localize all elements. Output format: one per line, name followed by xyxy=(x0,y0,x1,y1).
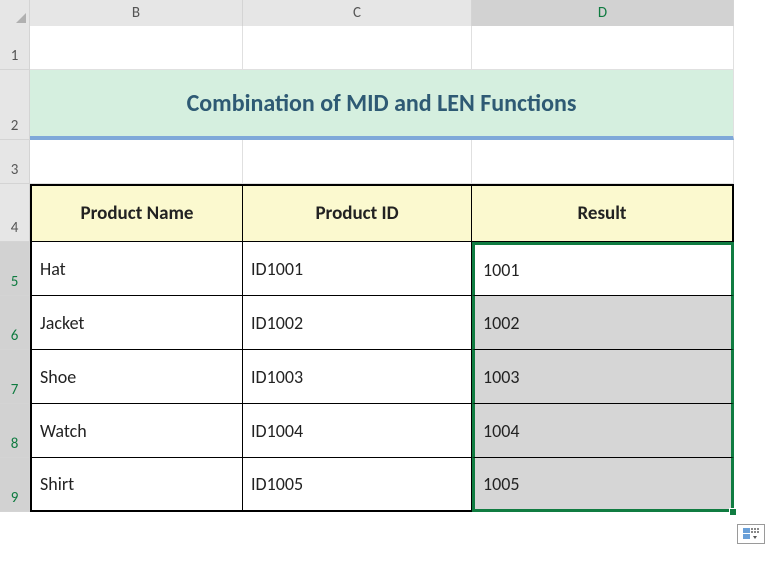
cell-C1[interactable] xyxy=(243,26,472,70)
cell-D3[interactable] xyxy=(472,140,734,184)
grid-row-7: Shoe ID1003 1003 xyxy=(30,350,734,404)
column-header-D[interactable]: D xyxy=(472,0,734,26)
cell-C7[interactable]: ID1003 xyxy=(243,350,472,404)
row-header-9[interactable]: 9 xyxy=(0,458,30,512)
row-header-1[interactable]: 1 xyxy=(0,26,30,70)
fill-handle[interactable] xyxy=(729,508,737,516)
autofill-options-button[interactable] xyxy=(737,524,765,544)
cell-C3[interactable] xyxy=(243,140,472,184)
title-cell[interactable]: Combination of MID and LEN Functions xyxy=(30,70,734,140)
grid-row-4: Product Name Product ID Result xyxy=(30,184,734,242)
cell-B5[interactable]: Hat xyxy=(30,242,243,296)
cell-C9[interactable]: ID1005 xyxy=(243,458,472,512)
column-header-row: B C D xyxy=(0,0,734,26)
cell-B1[interactable] xyxy=(30,26,243,70)
row-header-5[interactable]: 5 xyxy=(0,242,30,296)
grid-row-6: Jacket ID1002 1002 xyxy=(30,296,734,350)
select-all-corner[interactable] xyxy=(0,0,30,26)
cell-grid: Combination of MID and LEN Functions Pro… xyxy=(30,26,734,512)
row-header-8[interactable]: 8 xyxy=(0,404,30,458)
cell-D5[interactable]: 1001 xyxy=(472,242,734,296)
grid-row-5: Hat ID1001 1001 xyxy=(30,242,734,296)
grid-row-8: Watch ID1004 1004 xyxy=(30,404,734,458)
cell-D8[interactable]: 1004 xyxy=(472,404,734,458)
row-header-column: 1 2 3 4 5 6 7 8 9 xyxy=(0,26,30,512)
cell-D9[interactable]: 1005 xyxy=(472,458,734,512)
cell-C8[interactable]: ID1004 xyxy=(243,404,472,458)
row-header-4[interactable]: 4 xyxy=(0,184,30,242)
autofill-options-icon xyxy=(743,528,759,540)
row-header-6[interactable]: 6 xyxy=(0,296,30,350)
cell-D6[interactable]: 1002 xyxy=(472,296,734,350)
cell-B8[interactable]: Watch xyxy=(30,404,243,458)
grid-row-2: Combination of MID and LEN Functions xyxy=(30,70,734,140)
cell-B9[interactable]: Shirt xyxy=(30,458,243,512)
cell-B3[interactable] xyxy=(30,140,243,184)
header-product-name[interactable]: Product Name xyxy=(30,184,243,242)
row-header-3[interactable]: 3 xyxy=(0,140,30,184)
grid-row-9: Shirt ID1005 1005 xyxy=(30,458,734,512)
grid-row-1 xyxy=(30,26,734,70)
grid-row-3 xyxy=(30,140,734,184)
cell-B6[interactable]: Jacket xyxy=(30,296,243,350)
cell-C6[interactable]: ID1002 xyxy=(243,296,472,350)
row-header-2[interactable]: 2 xyxy=(0,70,30,140)
header-result[interactable]: Result xyxy=(472,184,734,242)
row-header-7[interactable]: 7 xyxy=(0,350,30,404)
cell-C5[interactable]: ID1001 xyxy=(243,242,472,296)
header-product-id[interactable]: Product ID xyxy=(243,184,472,242)
column-header-B[interactable]: B xyxy=(30,0,243,26)
cell-D1[interactable] xyxy=(472,26,734,70)
cell-B7[interactable]: Shoe xyxy=(30,350,243,404)
column-header-C[interactable]: C xyxy=(243,0,472,26)
cell-D7[interactable]: 1003 xyxy=(472,350,734,404)
